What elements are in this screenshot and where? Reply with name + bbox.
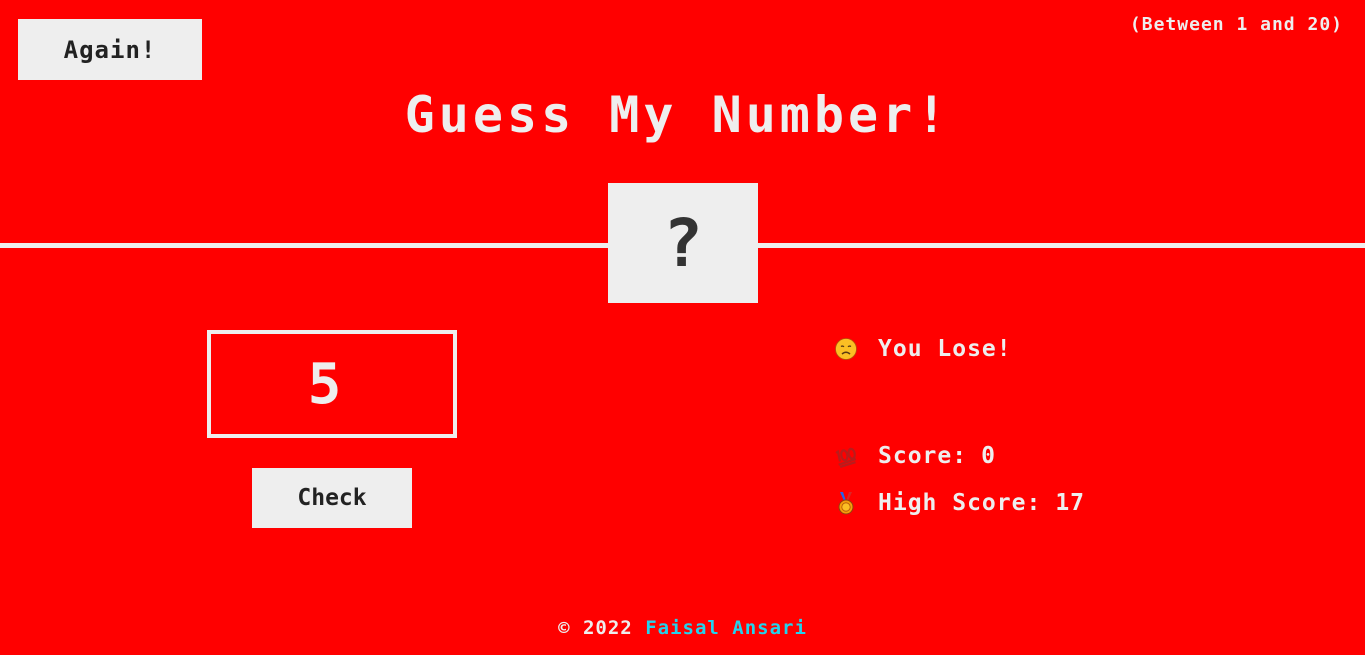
- score-value: 0: [981, 443, 996, 469]
- disappointed-face-icon: [834, 337, 858, 361]
- hundred-points-icon: [834, 444, 858, 468]
- page-title: Guess My Number!: [404, 86, 951, 144]
- range-hint: (Between 1 and 20): [1129, 14, 1343, 35]
- high-score-row: High Score: 17: [834, 490, 1085, 516]
- score-row: Score: 0: [834, 443, 996, 469]
- high-score-value: 17: [1055, 490, 1086, 516]
- high-score-label: High Score:: [878, 490, 1042, 516]
- score-label: Score:: [878, 443, 968, 469]
- secret-number: ?: [663, 204, 703, 282]
- author-link[interactable]: Faisal Ansari: [645, 617, 807, 639]
- secret-number-box: ?: [608, 183, 758, 303]
- message-text: You Lose!: [878, 336, 1012, 362]
- check-button[interactable]: Check: [252, 468, 412, 528]
- guess-input[interactable]: [207, 330, 457, 438]
- medal-icon: [834, 491, 858, 515]
- game-message: You Lose!: [834, 336, 1012, 362]
- again-button[interactable]: Again!: [18, 19, 202, 80]
- copyright-text: © 2022: [558, 617, 633, 639]
- footer: © 2022 Faisal Ansari: [0, 617, 1365, 639]
